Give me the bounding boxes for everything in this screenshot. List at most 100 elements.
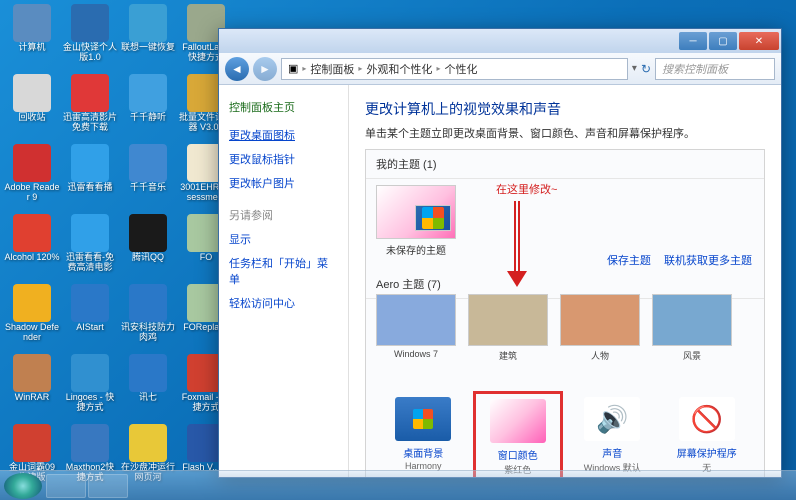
app-icon [13,74,51,112]
app-icon [71,144,109,182]
sidebar-link[interactable]: 轻松访问中心 [229,295,338,311]
desktop-icon[interactable]: Adobe Reader 9 [4,144,60,210]
minimize-button[interactable]: ─ [679,32,707,50]
desktop-icon[interactable]: Lingoes - 快捷方式 [62,354,118,420]
app-icon [71,214,109,252]
icon-label: 迅雷看看播 [67,183,112,193]
sidebar-link[interactable]: 更改帐户图片 [229,175,338,191]
icon-label: 迅雷高清影片免费下载 [62,113,118,133]
icon-label: 千千音乐 [130,183,166,193]
icon-label: 讯七 [139,393,157,403]
crumb[interactable]: 个性化 [444,61,477,77]
app-icon [13,354,51,392]
app-icon [13,214,51,252]
address-bar[interactable]: ▣ ▸ 控制面板 ▸ 外观和个性化 ▸ 个性化 [281,58,628,80]
see-also-heading: 另请参阅 [229,207,338,223]
start-button[interactable] [4,473,42,499]
screensaver-option[interactable]: 🚫 屏幕保护程序 无 [668,397,746,477]
save-theme-link[interactable]: 保存主题 [607,255,651,267]
app-icon [129,144,167,182]
sounds-option[interactable]: 🔊 声音 Windows 默认 [573,397,651,477]
sidebar-link[interactable]: 更改鼠标指针 [229,151,338,167]
sidebar-link[interactable]: 更改桌面图标 [229,127,338,143]
forward-button[interactable]: ► [253,57,277,81]
taskbar[interactable] [0,470,796,500]
app-icon [71,4,109,42]
icon-label: Lingoes - 快捷方式 [62,393,118,413]
close-button[interactable]: ✕ [739,32,779,50]
icon-label: 联想一键恢复 [121,43,175,53]
app-icon [129,214,167,252]
app-icon [13,424,51,462]
page-subtitle: 单击某个主题立即更改桌面背景、窗口颜色、声音和屏幕保护程序。 [365,125,765,141]
icon-label: 腾讯QQ [132,253,164,263]
desktop-icon[interactable]: Shadow Defender [4,284,60,350]
desktop-icon[interactable]: AIStart [62,284,118,350]
icon-label: 迅雷看看-免费高清电影 [62,253,118,273]
get-more-themes-link[interactable]: 联机获取更多主题 [664,255,752,267]
theme-item-unsaved[interactable]: 未保存的主题 [376,185,456,257]
sidebar: 控制面板主页 更改桌面图标 更改鼠标指针 更改帐户图片 另请参阅 显示 任务栏和… [219,85,349,477]
desktop-icon[interactable]: 讯安科技防力肉鸡 [120,284,176,350]
theme-item[interactable]: 建筑 [468,294,548,362]
desktop-icon[interactable]: 迅雷高清影片免费下载 [62,74,118,140]
theme-item[interactable]: Windows 7 [376,294,456,362]
back-button[interactable]: ◄ [225,57,249,81]
app-icon [13,284,51,322]
desktop-icon[interactable]: 迅雷看看-免费高清电影 [62,214,118,280]
app-icon [129,284,167,322]
control-panel-home-link[interactable]: 控制面板主页 [229,99,338,115]
desktop-background-option[interactable]: 桌面背景 Harmony [384,397,462,477]
desktop-icon[interactable]: 千千音乐 [120,144,176,210]
app-icon [71,74,109,112]
annotation-text: 在这里修改~ [496,181,557,197]
theme-item[interactable]: 风景 [652,294,732,362]
icon-label: 金山快译个人版1.0 [62,43,118,63]
app-icon [71,354,109,392]
taskbar-item[interactable] [88,474,128,498]
window-color-option[interactable]: 窗口颜色 紫红色 [479,397,557,477]
app-icon [71,424,109,462]
themes-panel: 我的主题 (1) 未保存的主题 在这里修改~ 保存主题 联机获取更多主题 Aer [365,149,765,477]
desktop-icon[interactable]: 回收站 [4,74,60,140]
app-icon [71,284,109,322]
taskbar-item[interactable] [46,474,86,498]
desktop-icon[interactable]: 联想一键恢复 [120,4,176,70]
desktop-icon[interactable]: 千千静听 [120,74,176,140]
sound-icon: 🔊 [584,397,640,441]
crumb[interactable]: 外观和个性化 [366,61,432,77]
desktop-icon[interactable]: Alcohol 120% [4,214,60,280]
app-icon [13,144,51,182]
icon-label: Alcohol 120% [4,253,59,263]
icon-label: FO [200,253,213,263]
icon-label: 千千静听 [130,113,166,123]
crumb[interactable]: 控制面板 [310,61,354,77]
theme-item[interactable]: 人物 [560,294,640,362]
icon-label: 讯安科技防力肉鸡 [120,323,176,343]
folder-icon: ▣ [288,62,298,75]
app-icon [129,424,167,462]
sidebar-link[interactable]: 任务栏和「开始」菜单 [229,255,338,287]
theme-thumb [376,185,456,239]
desktop-icon[interactable]: 计算机 [4,4,60,70]
app-icon [129,354,167,392]
sidebar-link[interactable]: 显示 [229,231,338,247]
search-input[interactable]: 搜索控制面板 [655,58,775,80]
main-content: 更改计算机上的视觉效果和声音 单击某个主题立即更改桌面背景、窗口颜色、声音和屏幕… [349,85,781,477]
desktop-icon[interactable]: 迅雷看看播 [62,144,118,210]
maximize-button[interactable]: ▢ [709,32,737,50]
desktop-icon[interactable]: 讯七 [120,354,176,420]
desktop-icon[interactable]: WinRAR [4,354,60,420]
icon-label: AIStart [76,323,104,333]
my-themes-heading: 我的主题 (1) [366,150,764,179]
screensaver-icon: 🚫 [679,397,735,441]
icon-label: 计算机 [18,43,45,53]
titlebar: ─ ▢ ✕ [219,29,781,53]
desktop-icon[interactable]: 金山快译个人版1.0 [62,4,118,70]
icon-label: 回收站 [18,113,45,123]
icon-label: WinRAR [15,393,50,403]
icon-label: Adobe Reader 9 [4,183,60,203]
navbar: ◄ ► ▣ ▸ 控制面板 ▸ 外观和个性化 ▸ 个性化 ▾ ↻ 搜索控制面板 [219,53,781,85]
icon-label: Shadow Defender [4,323,60,343]
desktop-icon[interactable]: 腾讯QQ [120,214,176,280]
